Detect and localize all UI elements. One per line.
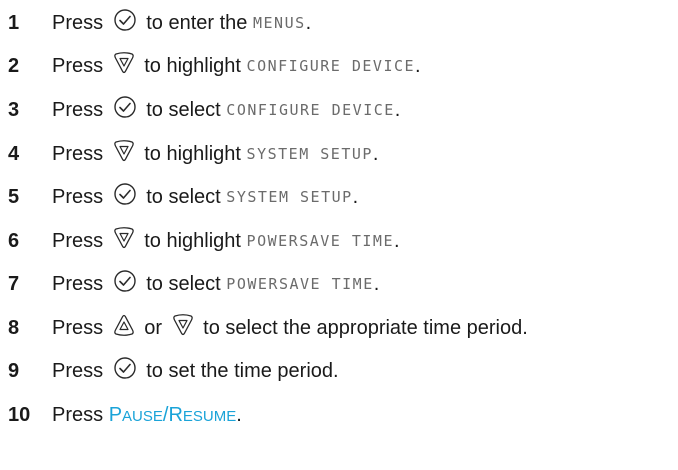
step-text: to select	[140, 185, 227, 208]
step-text: Press	[52, 229, 109, 252]
step-9: 9 Press to set the time period.	[8, 356, 339, 386]
key-name: PAUSE/RESUME	[108, 403, 237, 426]
step-number: 5	[8, 185, 20, 208]
step-4: 4 Press to highlight SYSTEM SETUP.	[8, 139, 378, 169]
step-7: 7 Press to select POWERSAVE TIME.	[8, 269, 379, 299]
step-text: Press	[52, 98, 109, 121]
step-number: 7	[8, 272, 20, 295]
display-menu-text: SYSTEM SETUP	[226, 188, 353, 206]
step-text: to enter the	[140, 11, 253, 34]
step-1: 1 Press to enter the MENUS.	[8, 8, 311, 38]
step-10: 10 Press PAUSE/RESUME.	[8, 400, 242, 430]
step-text: Press	[52, 54, 109, 77]
select-icon	[113, 182, 137, 212]
step-number: 6	[8, 229, 20, 252]
step-text: to highlight	[138, 142, 247, 165]
down-arrow-icon	[172, 313, 194, 343]
step-number: 10	[8, 403, 31, 426]
step-text: .	[305, 11, 312, 34]
step-text: to select	[140, 98, 227, 121]
down-arrow-icon	[113, 139, 135, 169]
step-text: .	[394, 98, 401, 121]
step-text: .	[415, 54, 421, 77]
step-text: to set the time period.	[140, 359, 339, 382]
step-5: 5 Press to select SYSTEM SETUP.	[8, 182, 358, 212]
down-arrow-icon	[113, 226, 135, 256]
step-text: to select the appropriate time period.	[197, 316, 528, 339]
select-icon	[113, 269, 137, 299]
step-text: .	[373, 272, 380, 295]
step-text: to select	[140, 272, 227, 295]
step-text: .	[372, 142, 379, 165]
up-arrow-icon	[113, 313, 135, 343]
step-8: 8 Press or to select the appropriate time…	[8, 313, 528, 343]
step-text: Press	[52, 142, 109, 165]
display-menu-text: MENUS	[252, 14, 306, 32]
step-6: 6 Press to highlight POWERSAVE TIME.	[8, 226, 400, 256]
step-text: or	[138, 316, 168, 339]
step-text: Press	[52, 11, 109, 34]
step-text: to highlight	[138, 229, 247, 252]
select-icon	[113, 356, 137, 386]
step-text: .	[393, 229, 400, 252]
step-text: Press	[52, 185, 109, 208]
display-menu-text: CONFIGURE DEVICE	[246, 57, 416, 75]
select-icon	[113, 95, 137, 125]
step-text: .	[352, 185, 359, 208]
display-menu-text: POWERSAVE TIME	[226, 275, 374, 293]
select-icon	[113, 8, 137, 38]
step-text: Press	[52, 316, 109, 339]
step-number: 9	[8, 359, 20, 382]
step-number: 8	[8, 316, 20, 339]
step-number: 4	[8, 142, 20, 165]
step-text: Press	[52, 403, 109, 426]
display-menu-text: POWERSAVE TIME	[246, 232, 394, 250]
step-3: 3 Press to select CONFIGURE DEVICE.	[8, 95, 400, 125]
step-2: 2 Press to highlight CONFIGURE DEVICE.	[8, 51, 421, 81]
display-menu-text: CONFIGURE DEVICE	[226, 101, 395, 119]
step-text: to highlight	[138, 54, 247, 77]
step-text: Press	[52, 359, 109, 382]
down-arrow-icon	[113, 51, 135, 81]
step-number: 1	[8, 11, 20, 34]
display-menu-text: SYSTEM SETUP	[246, 145, 373, 163]
step-number: 2	[8, 54, 20, 77]
step-text: .	[236, 403, 242, 426]
step-number: 3	[8, 98, 20, 121]
step-text: Press	[52, 272, 109, 295]
